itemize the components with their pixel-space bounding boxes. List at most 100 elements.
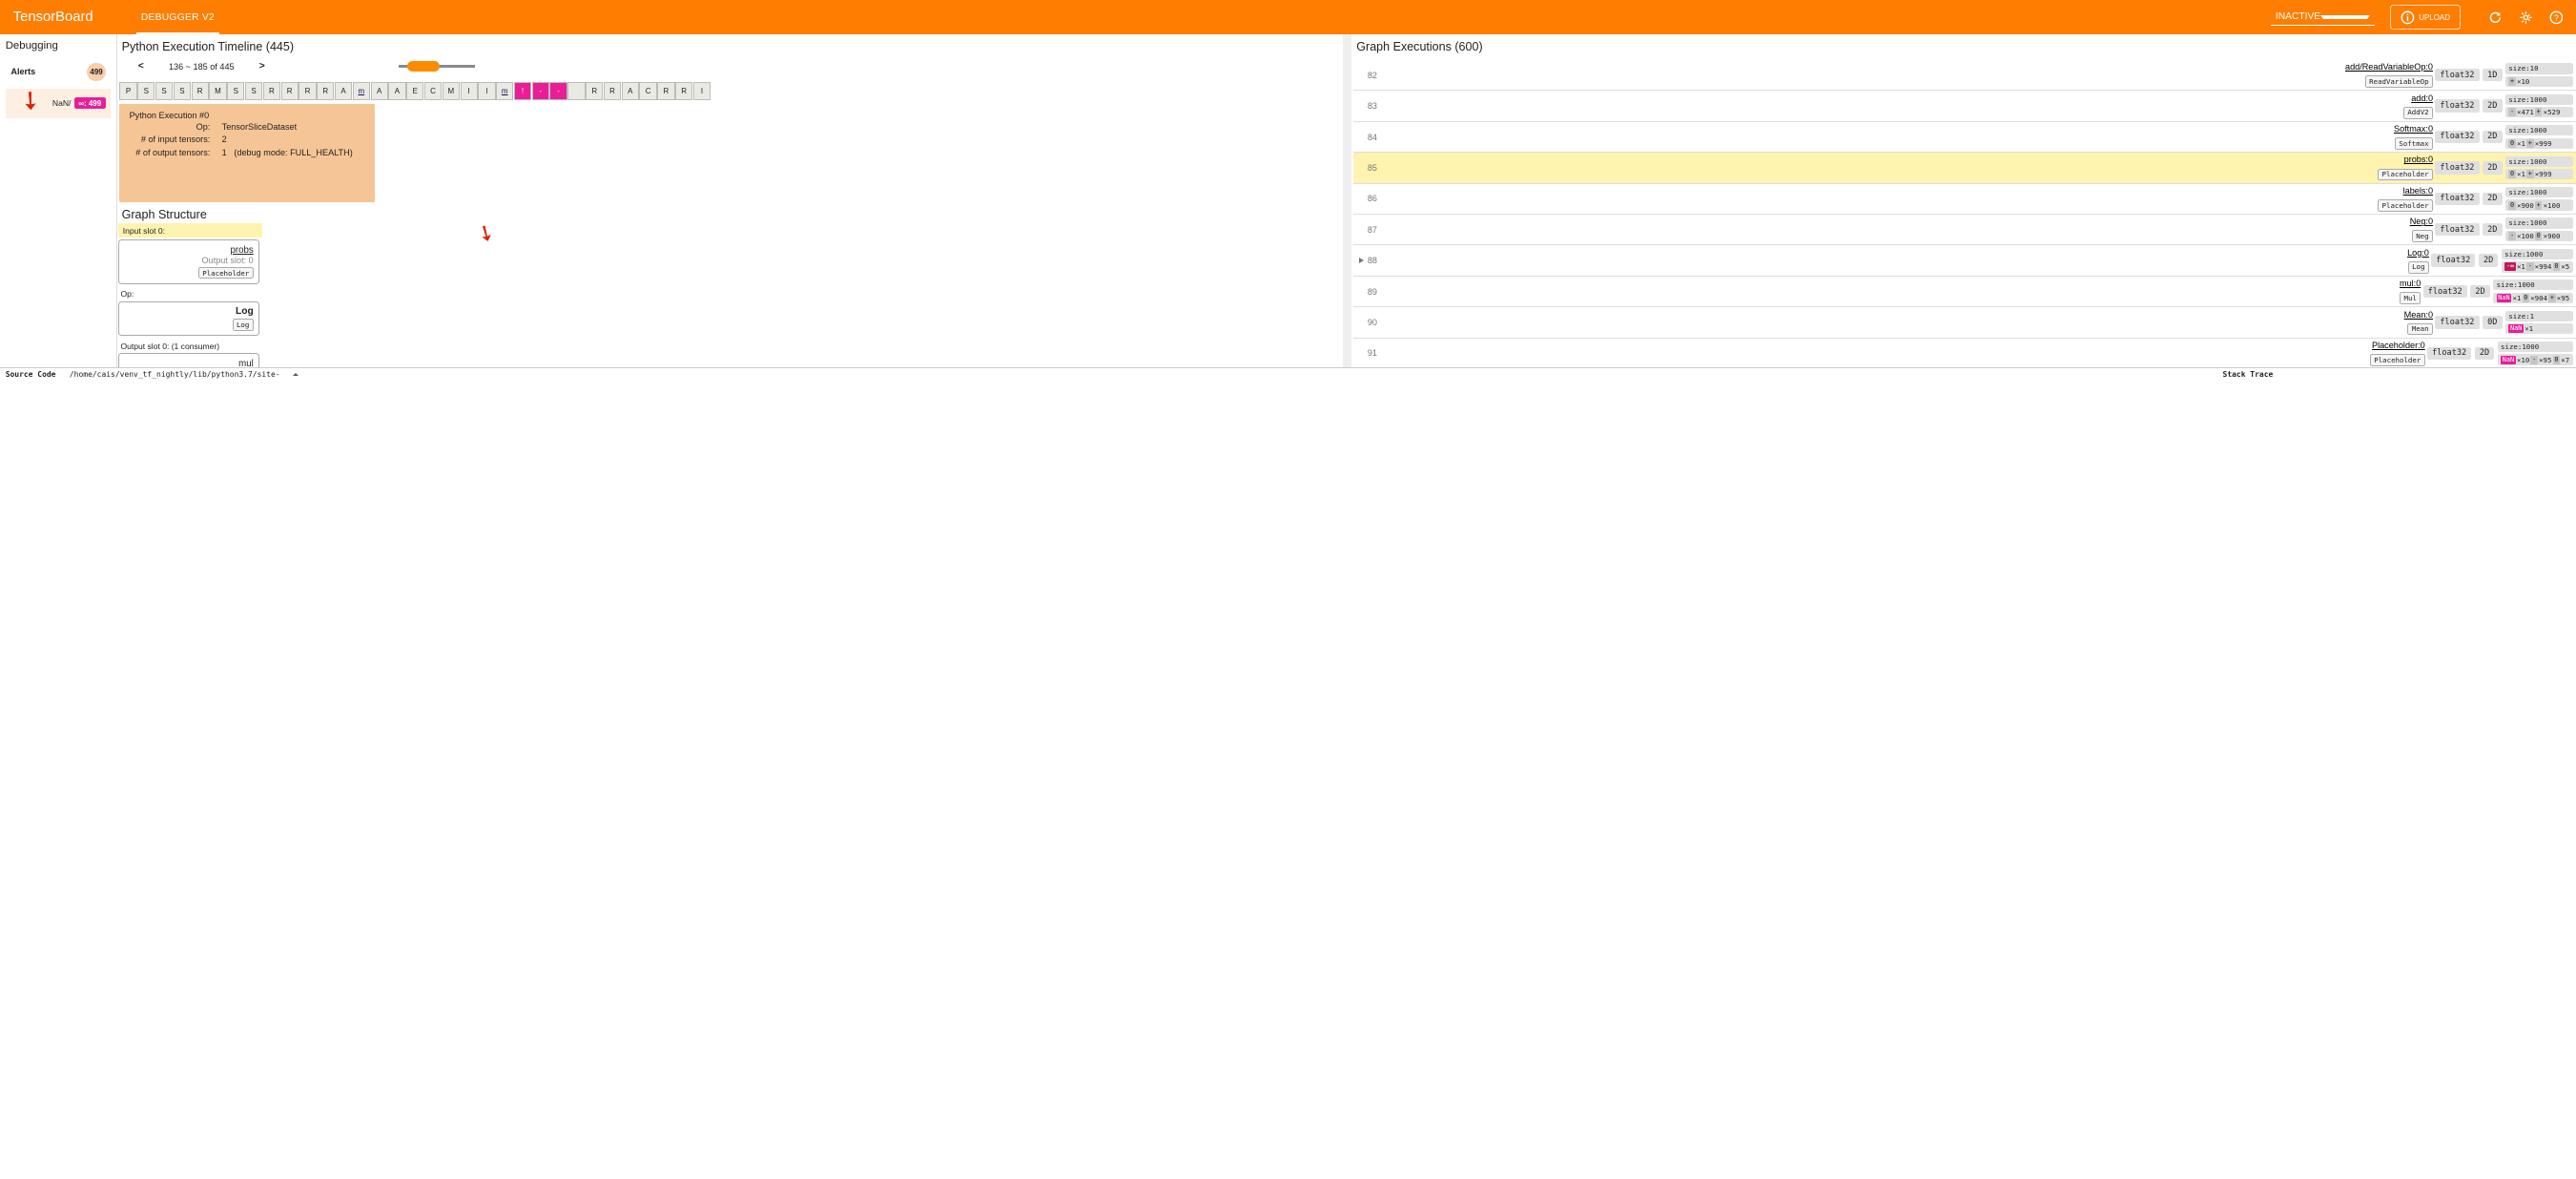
upload-button[interactable]: UPLOAD [2390, 5, 2462, 30]
dims-chip: 2D [2483, 193, 2503, 205]
dtype-chip: float32 [2431, 254, 2475, 266]
size-chip: size:1000 [2505, 125, 2573, 135]
timeline-cell[interactable]: I [693, 82, 711, 99]
exec-index: 83 [1353, 101, 1387, 111]
timeline-cell[interactable]: C [639, 82, 656, 99]
exec-row[interactable]: 87Neg:0Negfloat322Dsize:1000-×1000×900 [1353, 215, 2576, 245]
output-mul-card[interactable]: mul Input slot: 1 [118, 353, 259, 367]
timeline-cell[interactable] [567, 82, 585, 99]
help-icon[interactable]: ? [2549, 10, 2564, 25]
graph-exec-title: Graph Executions (600) [1356, 40, 2576, 53]
op-name[interactable]: add/ReadVariableOp:0 [1387, 62, 2433, 73]
size-chip: size:1000 [2505, 187, 2573, 197]
alerts-count-badge: 499 [87, 63, 105, 81]
timeline-cell[interactable]: R [263, 82, 280, 99]
svg-text:?: ? [2554, 12, 2559, 22]
input-slot-label: Input slot 0: [118, 223, 262, 238]
exec-row[interactable]: 88Log:0Logfloat322Dsize:1000-∞×1-×9940×5 [1353, 245, 2576, 276]
timeline-cell[interactable]: R [675, 82, 692, 99]
app-logo: TensorBoard [13, 10, 93, 25]
exec-row[interactable]: 83add:0AddV2float322Dsize:1000-×471+×529 [1353, 91, 2576, 121]
alerts-label: Alerts [10, 67, 35, 76]
app-header: TensorBoard DEBUGGER V2 INACTIVE UPLOAD … [0, 0, 2576, 34]
op-name[interactable]: Log:0 [1387, 248, 2429, 259]
op-type-tag: Placeholder [2370, 354, 2425, 366]
exec-row[interactable]: 89mul:0Mulfloat322Dsize:1000NaN×10×904+×… [1353, 277, 2576, 307]
timeline-cell[interactable]: A [335, 82, 352, 99]
gear-icon[interactable] [2519, 10, 2533, 25]
expand-up-icon[interactable] [293, 373, 299, 376]
exec-index: 89 [1353, 287, 1387, 297]
timeline-cell[interactable]: R [657, 82, 674, 99]
timeline-cell[interactable]: P [119, 82, 136, 99]
values-chip: -∞×1-×9940×5 [2502, 261, 2573, 272]
op-name[interactable]: probs:0 [1387, 155, 2433, 166]
timeline-next[interactable]: > [256, 61, 268, 72]
scrollbar[interactable] [1343, 34, 1351, 367]
chevron-down-icon [2320, 15, 2370, 19]
timeline-cell[interactable]: M [209, 82, 226, 99]
input-probs-card[interactable]: probs Output slot: 0 Placeholder [118, 239, 259, 283]
timeline-cell[interactable]: A [371, 82, 388, 99]
values-chip: -×471+×529 [2505, 107, 2573, 117]
timeline-cell[interactable]: m [496, 82, 513, 99]
timeline-cell[interactable]: C [424, 82, 442, 99]
timeline-cell[interactable]: A [622, 82, 639, 99]
values-chip: 0×900+×100 [2505, 199, 2573, 210]
dims-chip: 2D [2483, 99, 2503, 112]
op-name[interactable]: Softmax:0 [1387, 124, 2433, 135]
dims-chip: 2D [2479, 254, 2499, 266]
timeline-cell[interactable]: I [461, 82, 478, 99]
op-name[interactable]: Placeholder:0 [1387, 341, 2425, 352]
timeline-cell[interactable]: R [586, 82, 603, 99]
op-name[interactable]: mul:0 [1387, 279, 2421, 290]
timeline-cell[interactable]: R [192, 82, 209, 99]
timeline-cell[interactable]: R [281, 82, 299, 99]
timeline-cell[interactable]: I [478, 82, 495, 99]
reload-icon[interactable] [2488, 10, 2503, 25]
op-type-tag: Mean [2407, 323, 2433, 336]
timeline-cell[interactable]: - [532, 82, 549, 99]
values-chip: +×10 [2505, 76, 2573, 87]
timeline-cell[interactable]: S [137, 82, 155, 99]
size-chip: size:1000 [2498, 341, 2573, 352]
timeline-cell[interactable]: R [604, 82, 621, 99]
exec-row[interactable]: 90Mean:0Meanfloat320Dsize:1NaN×1 [1353, 307, 2576, 338]
timeline-range: 136 ~ 185 of 445 [169, 62, 235, 72]
timeline-cell[interactable]: E [406, 82, 423, 99]
tab-debugger[interactable]: DEBUGGER V2 [136, 0, 218, 34]
dtype-chip: float32 [2435, 316, 2479, 328]
timeline-cell[interactable]: R [299, 82, 316, 99]
op-log-card[interactable]: Log Log [118, 301, 259, 336]
timeline-cell[interactable]: A [388, 82, 405, 99]
timeline-cell[interactable]: S [155, 82, 173, 99]
timeline-cell[interactable]: S [174, 82, 191, 99]
timeline-cell[interactable]: - [549, 82, 567, 99]
dims-chip: 1D [2483, 69, 2503, 81]
timeline-slider[interactable] [399, 65, 475, 67]
timeline-cell[interactable]: m [353, 82, 370, 99]
dims-chip: 2D [2475, 347, 2495, 360]
status-dropdown[interactable]: INACTIVE [2271, 10, 2374, 26]
op-name[interactable]: add:0 [1387, 93, 2433, 105]
dtype-chip: float32 [2435, 131, 2479, 143]
timeline-cell[interactable]: M [443, 82, 460, 99]
timeline-cell[interactable]: R [317, 82, 334, 99]
footer: Source Code /home/cais/venv_tf_nightly/l… [0, 367, 2576, 381]
dtype-chip: float32 [2427, 347, 2471, 360]
timeline-prev[interactable]: < [134, 61, 147, 72]
exec-row[interactable]: 84Softmax:0Softmaxfloat322Dsize:10000×1+… [1353, 122, 2576, 153]
timeline-cell[interactable]: S [245, 82, 262, 99]
exec-row[interactable]: 82add/ReadVariableOp:0ReadVariableOpfloa… [1353, 60, 2576, 91]
op-type-tag: AddV2 [2403, 107, 2433, 119]
op-name[interactable]: Mean:0 [1387, 310, 2433, 321]
op-name[interactable]: labels:0 [1387, 186, 2433, 197]
exec-row[interactable]: 85probs:0Placeholderfloat322Dsize:10000×… [1353, 153, 2576, 183]
timeline-title: Python Execution Timeline (445) [122, 40, 1342, 53]
exec-row[interactable]: 86labels:0Placeholderfloat322Dsize:10000… [1353, 184, 2576, 215]
timeline-cell[interactable]: ! [514, 82, 531, 99]
timeline-cell[interactable]: S [227, 82, 244, 99]
op-name[interactable]: Neg:0 [1387, 217, 2433, 228]
dims-chip: 0D [2483, 316, 2503, 328]
exec-row[interactable]: 91Placeholder:0Placeholderfloat322Dsize:… [1353, 339, 2576, 368]
